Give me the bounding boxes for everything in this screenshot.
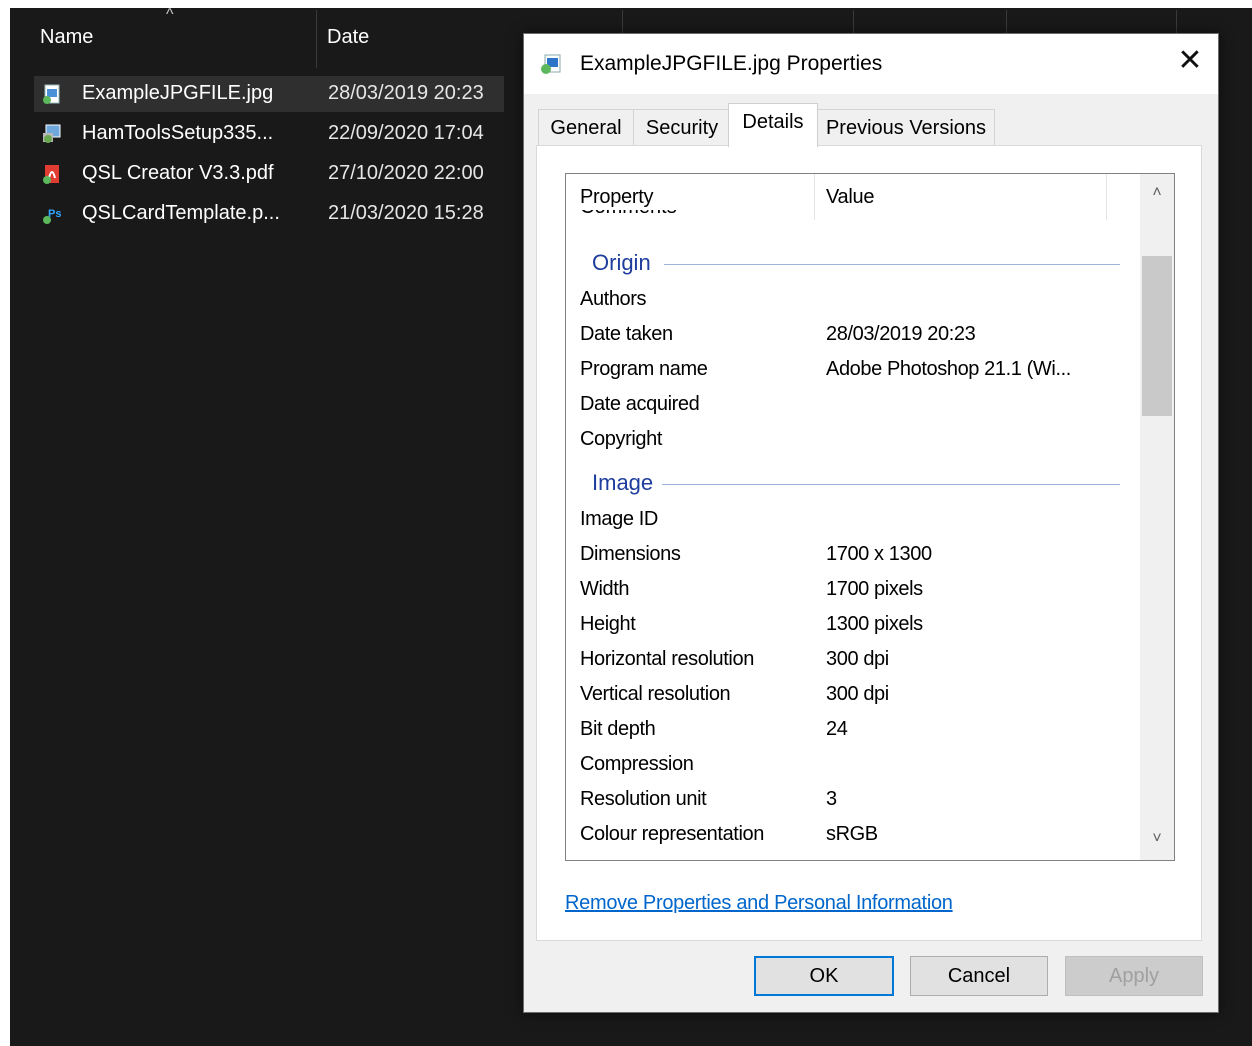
file-name: HamToolsSetup335... — [82, 122, 274, 144]
file-date: 21/03/2020 15:28 — [328, 202, 484, 224]
file-date: 27/10/2020 22:00 — [328, 162, 484, 184]
group-header-image[interactable]: Image — [592, 470, 653, 496]
list-item[interactable]: Bit depth 24 — [580, 714, 1120, 748]
properties-dialog: ExampleJPGFILE.jpg Properties ✕ General … — [523, 33, 1219, 1013]
header-separator[interactable] — [1106, 174, 1107, 220]
group-header-origin[interactable]: Origin — [592, 250, 651, 276]
header-value[interactable]: Value — [826, 186, 874, 209]
jpg-image-icon — [43, 84, 60, 104]
cancel-button[interactable]: Cancel — [910, 956, 1048, 996]
tab-general[interactable]: General — [538, 109, 634, 146]
details-panel: Property Value Comments Origin Authors D… — [536, 145, 1202, 941]
list-item[interactable]: Compression — [580, 749, 1120, 783]
jpg-image-icon — [541, 54, 561, 74]
property-value: 28/03/2019 20:23 — [826, 323, 976, 345]
property-key: Horizontal resolution — [580, 648, 754, 670]
property-key: Width — [580, 578, 630, 600]
apply-button[interactable]: Apply — [1065, 956, 1203, 996]
property-key: Image ID — [580, 508, 658, 530]
property-value: 1700 x 1300 — [826, 543, 932, 565]
list-item[interactable]: Height 1300 pixels — [580, 609, 1120, 643]
list-item[interactable]: Colour representation sRGB — [580, 819, 1120, 853]
header-separator[interactable] — [814, 174, 815, 220]
property-key: Dimensions — [580, 543, 681, 565]
property-key: Authors — [580, 288, 647, 310]
properties-list[interactable]: Property Value Comments Origin Authors D… — [565, 173, 1175, 861]
file-row[interactable]: Ps QSLCardTemplate.p... 21/03/2020 15:28 — [34, 196, 504, 232]
property-value: 300 dpi — [826, 648, 889, 670]
tab-security[interactable]: Security — [633, 109, 731, 146]
group-divider — [664, 264, 1120, 265]
list-item[interactable]: Program name Adobe Photoshop 21.1 (Wi... — [580, 354, 1120, 388]
property-value: 1700 pixels — [826, 578, 923, 600]
close-icon: ✕ — [1177, 44, 1203, 77]
property-key: Vertical resolution — [580, 683, 731, 705]
file-name: QSL Creator V3.3.pdf — [82, 162, 274, 184]
list-item[interactable]: Dimensions 1700 x 1300 — [580, 539, 1120, 573]
group-divider — [662, 484, 1120, 485]
dialog-title: ExampleJPGFILE.jpg Properties — [580, 52, 883, 75]
property-key: Colour representation — [580, 823, 764, 845]
close-button[interactable]: ✕ — [1162, 34, 1218, 90]
list-item[interactable]: Width 1700 pixels — [580, 574, 1120, 608]
list-item[interactable]: Date taken 28/03/2019 20:23 — [580, 319, 1120, 353]
scroll-up-icon[interactable]: ˄ — [1140, 184, 1174, 202]
scroll-down-icon[interactable]: ˅ — [1140, 830, 1174, 848]
column-header-name[interactable]: ^ Name — [10, 6, 316, 68]
sort-ascending-icon: ^ — [166, 6, 174, 23]
property-key: Bit depth — [580, 718, 656, 740]
list-item[interactable]: Vertical resolution 300 dpi — [580, 679, 1120, 713]
property-value: 3 — [826, 788, 837, 810]
property-key: Height — [580, 613, 636, 635]
list-item[interactable]: Image ID — [580, 504, 1120, 538]
file-name: QSLCardTemplate.p... — [82, 202, 280, 224]
property-value: 300 dpi — [826, 683, 889, 705]
list-item[interactable]: Horizontal resolution 300 dpi — [580, 644, 1120, 678]
property-key: Copyright — [580, 428, 662, 450]
list-item[interactable]: Date acquired — [580, 389, 1120, 423]
scroll-thumb[interactable] — [1142, 256, 1172, 416]
property-value: sRGB — [826, 823, 878, 845]
header-property[interactable]: Property — [580, 186, 653, 209]
file-date: 28/03/2019 20:23 — [328, 82, 484, 104]
tab-details[interactable]: Details — [728, 103, 818, 147]
property-key: Program name — [580, 358, 708, 380]
remove-properties-link[interactable]: Remove Properties and Personal Informati… — [565, 892, 953, 915]
column-header-name-label: Name — [40, 26, 94, 48]
installer-icon — [43, 124, 61, 143]
property-key: Date acquired — [580, 393, 700, 415]
property-value: Adobe Photoshop 21.1 (Wi... — [826, 358, 1071, 380]
file-row[interactable]: QSL Creator V3.3.pdf 27/10/2020 22:00 — [34, 156, 504, 192]
file-name: ExampleJPGFILE.jpg — [82, 82, 274, 104]
list-item[interactable]: Resolution unit 3 — [580, 784, 1120, 818]
list-item[interactable]: Authors — [580, 284, 1120, 318]
clipped-row-label: Comments — [580, 210, 677, 218]
list-item[interactable]: Copyright — [580, 424, 1120, 458]
tab-previous-versions[interactable]: Previous Versions — [817, 109, 995, 146]
dialog-titlebar[interactable]: ExampleJPGFILE.jpg Properties ✕ — [524, 34, 1218, 94]
file-row[interactable]: HamToolsSetup335... 22/09/2020 17:04 — [34, 116, 504, 152]
clipped-row-comments: Comments — [580, 210, 677, 220]
property-key: Resolution unit — [580, 788, 707, 810]
file-date: 22/09/2020 17:04 — [328, 122, 484, 144]
property-key: Date taken — [580, 323, 673, 345]
property-value: 1300 pixels — [826, 613, 923, 635]
ok-button[interactable]: OK — [754, 956, 894, 996]
file-row[interactable]: ExampleJPGFILE.jpg 28/03/2019 20:23 — [34, 76, 504, 112]
property-value: 24 — [826, 718, 848, 740]
column-header-date-label: Date — [327, 26, 370, 48]
vertical-scrollbar[interactable]: ˄ ˅ — [1140, 174, 1174, 860]
pdf-icon — [43, 165, 59, 184]
photoshop-file-icon: Ps — [43, 208, 61, 224]
property-key: Compression — [580, 753, 694, 775]
